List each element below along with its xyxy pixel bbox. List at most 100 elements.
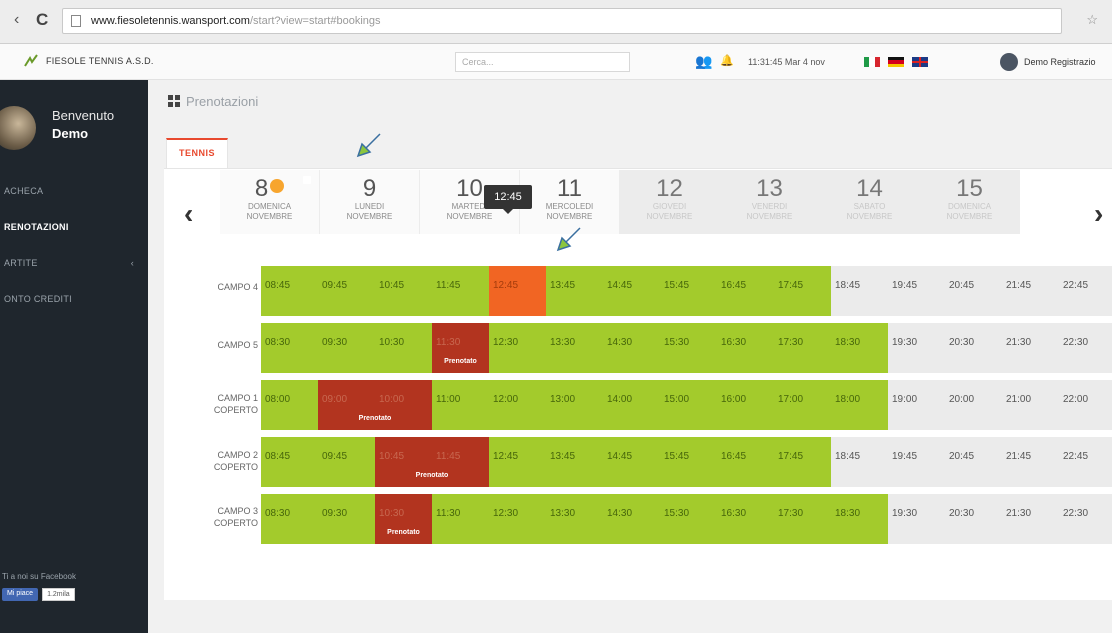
time-slot[interactable]: 09:45 — [318, 437, 375, 487]
hint-arrow-icon — [556, 227, 581, 252]
english-flag-icon[interactable] — [912, 57, 928, 67]
selected-slot[interactable]: 12:45 — [489, 266, 546, 316]
sidebar-item-bacheca[interactable]: ACHECA — [0, 176, 148, 212]
unavailable-slot: 20:45 — [945, 266, 1002, 316]
time-slot[interactable]: 16:45 — [717, 266, 774, 316]
unavailable-slot: 21:30 — [1002, 494, 1059, 544]
time-slot[interactable]: 16:45 — [717, 437, 774, 487]
time-slot[interactable]: 10:30 — [375, 323, 432, 373]
time-slot[interactable]: 17:45 — [774, 266, 831, 316]
day-name: DOMENICA — [247, 202, 292, 211]
italian-flag-icon[interactable] — [864, 57, 880, 67]
address-bar[interactable]: www.fiesoletennis.wansport.com/start?vie… — [62, 8, 1062, 34]
reload-icon[interactable]: C — [36, 10, 48, 30]
day-selector-item[interactable]: 9 LUNEDI NOVEMBRE — [320, 170, 420, 234]
grid-icon — [168, 95, 180, 107]
chevron-left-icon: ‹ — [130, 258, 134, 268]
bookmark-star-icon[interactable]: ☆ — [1086, 12, 1102, 28]
time-slot[interactable]: 11:45 — [432, 266, 489, 316]
user-menu[interactable]: Demo Registrazio — [1024, 57, 1096, 67]
day-month: NOVEMBRE — [246, 212, 293, 221]
time-slot[interactable]: 14:30 — [603, 494, 660, 544]
time-slot[interactable]: 09:30 — [318, 323, 375, 373]
time-slot[interactable]: 13:45 — [546, 437, 603, 487]
time-slot[interactable]: 15:00 — [660, 380, 717, 430]
time-slot[interactable]: 08:45 — [261, 266, 318, 316]
booked-label: Prenotato — [358, 415, 392, 422]
time-slot[interactable]: 08:30 — [261, 323, 318, 373]
hint-arrow-icon — [356, 133, 381, 158]
time-slot[interactable]: 14:45 — [603, 437, 660, 487]
german-flag-icon[interactable] — [888, 57, 904, 67]
time-slot[interactable]: 09:30 — [318, 494, 375, 544]
day-selector-item[interactable]: 11 MERCOLEDI NOVEMBRE — [520, 170, 620, 234]
time-slot[interactable]: 08:45 — [261, 437, 318, 487]
time-slot[interactable]: 15:30 — [660, 494, 717, 544]
time-slot[interactable]: 13:45 — [546, 266, 603, 316]
time-slot[interactable]: 16:30 — [717, 323, 774, 373]
time-slot[interactable]: 08:30 — [261, 494, 318, 544]
time-slot[interactable]: 17:00 — [774, 380, 831, 430]
users-icon[interactable]: 👥 — [695, 53, 712, 70]
time-slot[interactable]: 17:30 — [774, 494, 831, 544]
time-slot[interactable]: 15:45 — [660, 437, 717, 487]
facebook-like-box: Mi piace 1.2mila — [2, 588, 75, 601]
time-slot[interactable]: 18:30 — [831, 494, 888, 544]
time-slot[interactable]: 09:45 — [318, 266, 375, 316]
day-number: 15 — [956, 175, 983, 202]
unavailable-slot: 20:45 — [945, 437, 1002, 487]
unavailable-slot: 22:45 — [1059, 437, 1112, 487]
day-month: NOVEMBRE — [946, 212, 993, 221]
search-input[interactable]: Cerca... — [455, 52, 630, 72]
time-slot[interactable]: 14:30 — [603, 323, 660, 373]
sidebar-item-partite[interactable]: ARTITE ‹ — [0, 248, 148, 284]
time-slot[interactable]: 12:30 — [489, 494, 546, 544]
day-number: 13 — [756, 175, 783, 202]
time-slot[interactable]: 15:30 — [660, 323, 717, 373]
day-name: MERCOLEDI — [545, 202, 594, 211]
time-slot[interactable]: 13:30 — [546, 494, 603, 544]
club-name[interactable]: FIESOLE TENNIS A.S.D. — [46, 56, 154, 66]
time-slot[interactable]: 18:00 — [831, 380, 888, 430]
unavailable-slot: 18:45 — [831, 437, 888, 487]
time-slot[interactable]: 10:45 — [375, 266, 432, 316]
time-slot[interactable]: 17:30 — [774, 323, 831, 373]
time-slot[interactable]: 16:30 — [717, 494, 774, 544]
sidebar-item-prenotazioni[interactable]: RENOTAZIONI — [0, 212, 148, 248]
time-slot[interactable]: 12:30 — [489, 323, 546, 373]
court-type: COPERTO — [213, 518, 258, 528]
time-slot[interactable]: 15:45 — [660, 266, 717, 316]
back-icon[interactable]: ‹ — [14, 11, 19, 29]
day-month: NOVEMBRE — [846, 212, 893, 221]
tab-tennis[interactable]: TENNIS — [166, 138, 228, 168]
facebook-like-count: 1.2mila — [42, 588, 75, 601]
time-slot[interactable]: 12:00 — [489, 380, 546, 430]
unavailable-slot: 20:30 — [945, 494, 1002, 544]
day-name: LUNEDI — [354, 202, 385, 211]
sidebar-item-conto-crediti[interactable]: ONTO CREDITI — [0, 284, 148, 320]
next-week-arrow-icon[interactable]: › — [1094, 198, 1103, 230]
day-month: NOVEMBRE — [746, 212, 793, 221]
time-slot[interactable]: 17:45 — [774, 437, 831, 487]
time-slot[interactable]: 13:00 — [546, 380, 603, 430]
user-avatar[interactable] — [1000, 53, 1018, 71]
calendar-icon[interactable] — [303, 176, 311, 184]
time-slot[interactable]: 11:00 — [432, 380, 489, 430]
time-slot[interactable]: 13:30 — [546, 323, 603, 373]
time-slot[interactable]: 18:30 — [831, 323, 888, 373]
court-label: CAMPO 3 COPERTO — [178, 505, 258, 529]
prev-week-arrow-icon[interactable]: ‹ — [184, 198, 193, 230]
sidebar-item-label: ONTO CREDITI — [4, 294, 72, 304]
time-slot[interactable]: 12:45 — [489, 437, 546, 487]
unavailable-slot: 22:00 — [1059, 380, 1112, 430]
notification-icon[interactable]: 🔔 — [720, 54, 734, 67]
time-slot[interactable]: 08:00 — [261, 380, 318, 430]
time-slot[interactable]: 14:45 — [603, 266, 660, 316]
facebook-like-button[interactable]: Mi piace — [2, 588, 39, 601]
time-slot[interactable]: 11:30 — [432, 494, 489, 544]
court-name: CAMPO 2 — [217, 450, 258, 460]
day-name: GIOVEDI — [652, 202, 687, 211]
time-slot[interactable]: 16:00 — [717, 380, 774, 430]
time-slot[interactable]: 14:00 — [603, 380, 660, 430]
day-selector-item[interactable]: 8 DOMENICA NOVEMBRE — [220, 170, 320, 234]
